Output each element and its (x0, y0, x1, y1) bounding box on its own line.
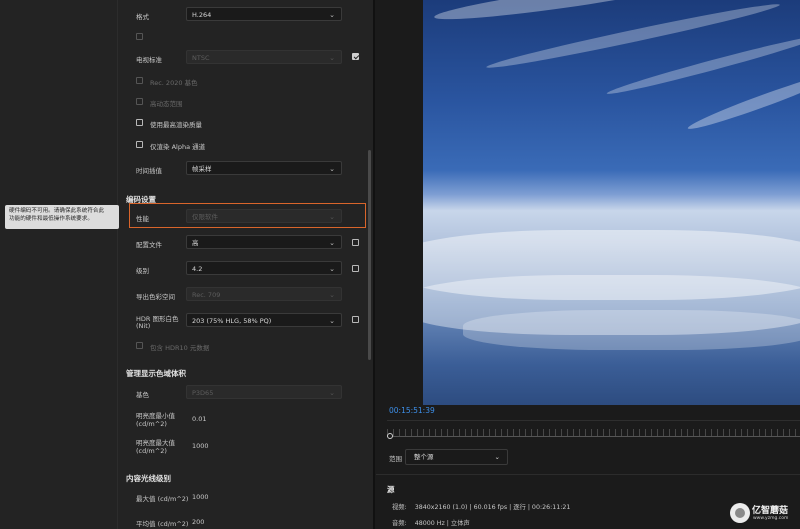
settings-scrollbar-thumb[interactable] (368, 150, 371, 360)
hdr-white-dropdown[interactable]: 203 (75% HLG, 58% PQ) ⌄ (186, 313, 342, 327)
min-luminance-value[interactable]: 0.01 (192, 415, 206, 423)
alpha-only-label: 仅渲染 Alpha 通道 (150, 143, 206, 151)
max-luminance-label-line1: 明亮度最大值 (136, 439, 175, 447)
playhead[interactable] (387, 433, 393, 439)
level-label: 级别 (136, 267, 149, 275)
source-audio-value: 48000 Hz | 立体声 (414, 520, 470, 527)
hdr-white-label-line2: (Nit) (136, 322, 151, 330)
hdr-white-checkbox[interactable] (352, 316, 359, 323)
chevron-down-icon: ⌄ (329, 265, 335, 273)
max-luminance-value[interactable]: 1000 (192, 442, 209, 450)
tooltip-line2: 功能的硬件和最低操作系统要求。 (9, 216, 93, 222)
chevron-down-icon: ⌄ (494, 453, 500, 461)
chevron-down-icon: ⌄ (329, 11, 335, 19)
source-video-row: 视频: 3840x2160 (1.0) | 60.016 fps | 逐行 | … (392, 502, 570, 511)
hardware-encoding-tooltip: 硬件编码不可用。请确保此系统符合此 功能的硬件和最低操作系统要求。 (5, 205, 119, 229)
chevron-down-icon: ⌄ (329, 239, 335, 247)
chevron-down-icon: ⌄ (329, 317, 335, 325)
time-interpolation-label: 时间插值 (136, 167, 162, 175)
source-audio-row: 音频: 48000 Hz | 立体声 (392, 518, 470, 527)
performance-highlight (129, 203, 366, 228)
source-video-label: 视频: (392, 504, 407, 511)
alpha-only-checkbox[interactable] (136, 141, 143, 148)
max-render-quality-label: 使用最高渲染质量 (150, 121, 202, 129)
timeline-ruler[interactable] (387, 420, 800, 443)
primaries-value: P3D65 (192, 389, 214, 397)
range-value: 整个源 (414, 453, 434, 461)
profile-checkbox[interactable] (352, 239, 359, 246)
min-luminance-label-line1: 明亮度最小值 (136, 412, 175, 420)
timecode[interactable]: 00:15:51:39 (389, 406, 435, 415)
format-dropdown[interactable]: H.264 ⌄ (186, 7, 342, 21)
watermark-sub: www.yzmg.com (753, 516, 789, 521)
chevron-down-icon: ⌄ (329, 165, 335, 173)
format-label: 格式 (136, 13, 149, 21)
hdr-label: 高动态范围 (150, 100, 183, 108)
export-color-space-dropdown[interactable]: Rec. 709 ⌄ (186, 287, 342, 301)
source-divider (376, 474, 800, 475)
min-luminance-label-line2: (cd/m^2) (136, 420, 167, 428)
hdr-white-value: 203 (75% HLG, 58% PQ) (192, 317, 272, 325)
chevron-down-icon: ⌄ (329, 54, 335, 62)
profile-label: 配置文件 (136, 241, 162, 249)
time-interpolation-dropdown[interactable]: 帧采样 ⌄ (186, 161, 342, 175)
level-dropdown[interactable]: 4.2 ⌄ (186, 261, 342, 275)
avg-cll-value[interactable]: 200 (192, 518, 204, 526)
tooltip-line1: 硬件编码不可用。请确保此系统符合此 (9, 208, 105, 214)
avg-cll-label: 平均值 (cd/m^2) (136, 520, 189, 528)
tv-standard-checkbox[interactable] (352, 53, 359, 60)
hdr10-label: 包含 HDR10 元数据 (150, 344, 210, 352)
video-preview (423, 0, 800, 405)
profile-dropdown[interactable]: 高 ⌄ (186, 235, 342, 249)
tv-standard-value: NTSC (192, 54, 210, 62)
range-label: 范围 (389, 455, 402, 463)
max-cll-value[interactable]: 1000 (192, 493, 209, 501)
source-title: 源 (387, 485, 395, 494)
rec2020-label: Rec. 2020 基色 (150, 79, 198, 87)
hdr10-checkbox[interactable] (136, 342, 143, 349)
hidden-checkbox[interactable] (136, 33, 143, 40)
level-value: 4.2 (192, 265, 203, 273)
watermark-text: 亿智蘑菇 (752, 506, 789, 516)
primaries-label: 基色 (136, 391, 149, 399)
rec2020-checkbox[interactable] (136, 77, 143, 84)
max-cll-label: 最大值 (cd/m^2) (136, 495, 189, 503)
level-checkbox[interactable] (352, 265, 359, 272)
ruler-line (387, 436, 800, 437)
range-dropdown[interactable]: 整个源 ⌄ (405, 449, 508, 465)
export-color-space-label: 导出色彩空间 (136, 293, 175, 301)
chevron-down-icon: ⌄ (329, 389, 335, 397)
format-value: H.264 (192, 11, 212, 19)
max-render-quality-checkbox[interactable] (136, 119, 143, 126)
hdr-checkbox[interactable] (136, 98, 143, 105)
source-audio-label: 音频: (392, 520, 407, 527)
watermark: 亿智蘑菇 www.yzmg.com (730, 500, 800, 529)
mastering-display-section-title: 管理显示色域体积 (126, 369, 186, 378)
time-interpolation-value: 帧采样 (192, 165, 212, 173)
left-panel (0, 0, 117, 529)
mushroom-logo-icon (730, 503, 750, 523)
primaries-dropdown[interactable]: P3D65 ⌄ (186, 385, 342, 399)
tv-standard-dropdown[interactable]: NTSC ⌄ (186, 50, 342, 64)
export-color-space-value: Rec. 709 (192, 291, 221, 299)
content-light-section-title: 内容光线级别 (126, 474, 171, 483)
max-luminance-label-line2: (cd/m^2) (136, 447, 167, 455)
chevron-down-icon: ⌄ (329, 291, 335, 299)
source-video-value: 3840x2160 (1.0) | 60.016 fps | 逐行 | 00:2… (414, 504, 571, 511)
tv-standard-label: 电视标准 (136, 56, 162, 64)
profile-value: 高 (192, 239, 199, 247)
